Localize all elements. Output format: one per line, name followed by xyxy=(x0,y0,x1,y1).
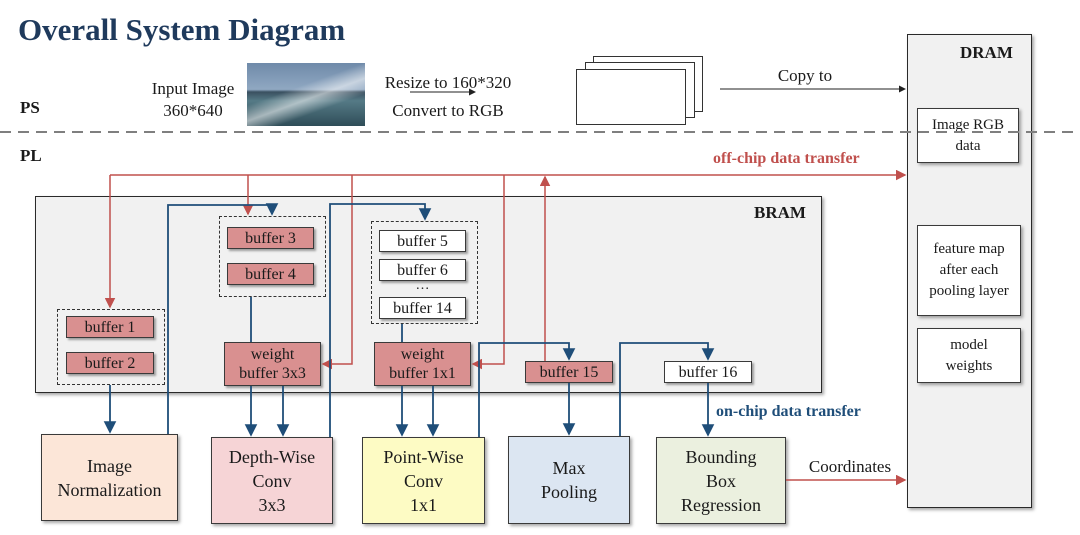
mp-to-buffer-16 xyxy=(619,342,715,436)
pw-to-buffer-15 xyxy=(478,342,576,437)
norm-to-buffer-3 xyxy=(167,203,279,434)
off-chip-to-weight-1x1 xyxy=(471,175,505,370)
connection-wires xyxy=(0,85,1080,486)
dw-to-buffer-5 xyxy=(329,203,432,437)
